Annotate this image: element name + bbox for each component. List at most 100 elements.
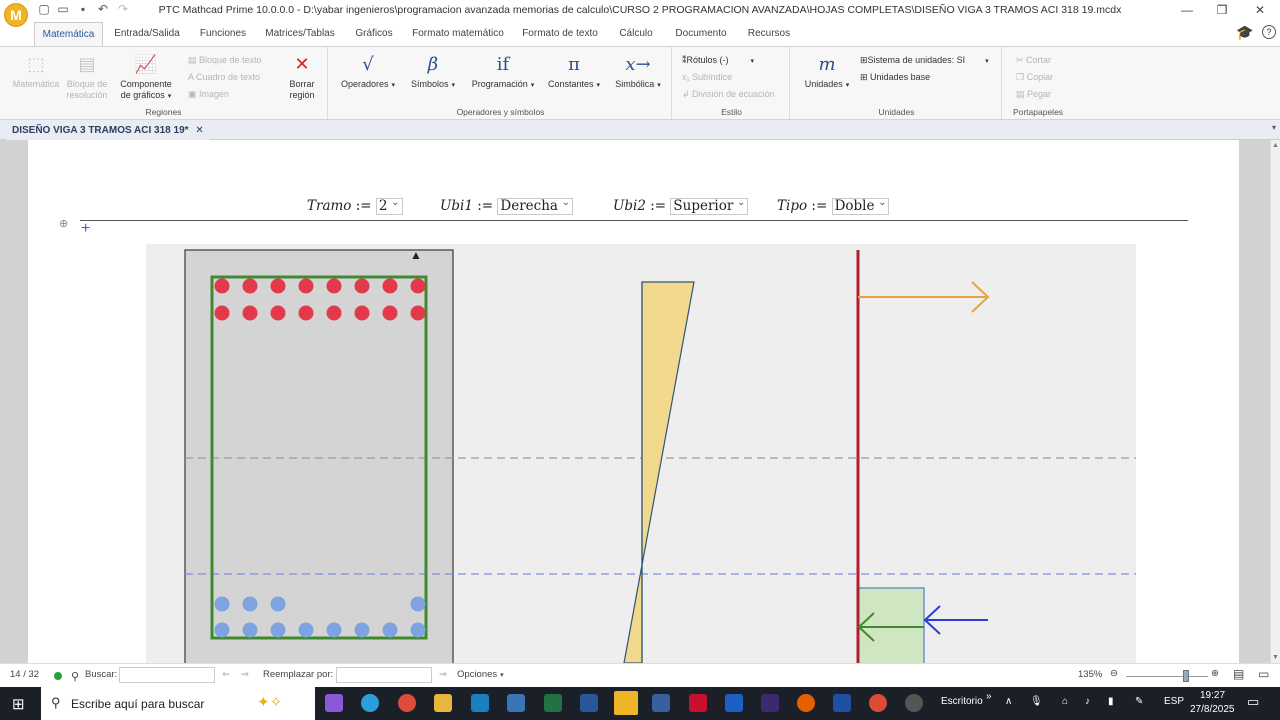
microphone-icon[interactable]: 🎙 <box>1030 696 1043 707</box>
zoom-in-icon[interactable]: ⊕ <box>1211 668 1219 679</box>
desktop-label[interactable]: Escritorio <box>941 696 983 707</box>
notifications-icon[interactable]: ▭ <box>1247 694 1259 710</box>
copiar-button[interactable]: ❐ Copiar <box>1016 70 1053 84</box>
draft-view-icon[interactable]: ▭ <box>1258 667 1269 681</box>
imagen-button[interactable]: ▣ Imagen <box>188 87 229 101</box>
ubi2-dropdown[interactable]: Superior <box>670 195 749 215</box>
copilot-icon[interactable] <box>325 694 343 712</box>
pegar-button[interactable]: ▤ Pegar <box>1016 87 1051 101</box>
tab-matematica[interactable]: Matemática <box>34 22 103 46</box>
obs-icon[interactable] <box>905 694 923 712</box>
bloque-texto-button[interactable]: ▤ Bloque de texto <box>188 53 262 67</box>
componente-graficos-button[interactable]: 📈 Componente de gráficos ▾ <box>114 55 178 102</box>
expand-region-icon[interactable]: ⊕ <box>59 217 68 230</box>
sistema-unidades-dropdown[interactable]: ⊞Sistema de unidades: SI ▾ <box>860 53 989 67</box>
zoom-slider[interactable] <box>1126 676 1208 677</box>
rotulos-dropdown[interactable]: ⁑Rótulos (-) ▾ <box>682 53 754 67</box>
group-label-regiones: Regiones <box>145 107 182 117</box>
tab-recursos[interactable]: Recursos <box>742 22 796 46</box>
tab-matrices-tablas[interactable]: Matrices/Tablas <box>262 22 338 46</box>
help-icon[interactable]: ? <box>1262 25 1276 39</box>
tab-formato-texto[interactable]: Formato de texto <box>518 22 602 46</box>
autocad-icon[interactable] <box>689 694 707 712</box>
vertical-scrollbar[interactable]: ▲ ▼ <box>1270 140 1280 663</box>
borrar-region-button[interactable]: ✕ Borrar región <box>280 55 324 101</box>
close-document-icon[interactable]: ✕ <box>195 125 203 136</box>
mathcad-logo-icon[interactable]: M <box>4 3 28 27</box>
document-tab-bar: DISEÑO VIGA 3 TRAMOS ACI 318 19* ✕ ▾ <box>0 120 1280 140</box>
file-explorer-icon[interactable] <box>434 694 452 712</box>
windows-start-icon[interactable]: ⊞ <box>12 695 25 713</box>
matematica-region-button[interactable]: ⬚ Matemática <box>8 55 64 90</box>
minimize-button[interactable]: — <box>1172 1 1202 19</box>
find-prev-icon[interactable]: ⇐ <box>222 669 230 680</box>
tray-expand-icon[interactable]: ∧ <box>1005 696 1012 707</box>
close-button[interactable]: ✕ <box>1245 1 1275 19</box>
tab-documento[interactable]: Documento <box>670 22 732 46</box>
definition-tramo[interactable]: Tramo := 2 <box>307 195 403 215</box>
mathcad-taskbar-icon[interactable] <box>614 691 638 715</box>
zoom-out-icon[interactable]: ⊖ <box>1110 668 1118 679</box>
cuadro-texto-button[interactable]: A Cuadro de texto <box>188 70 260 84</box>
restore-button[interactable]: ❐ <box>1207 1 1237 19</box>
simbolica-button[interactable]: x→ Simbólica ▾ <box>608 55 668 91</box>
document-tab[interactable]: DISEÑO VIGA 3 TRAMOS ACI 318 19* ✕ <box>6 122 210 140</box>
tramo-dropdown[interactable]: 2 <box>375 195 403 215</box>
tab-calculo[interactable]: Cálculo <box>612 22 660 46</box>
taskbar-search[interactable]: ⚲ Escribe aquí para buscar ✦✧ <box>41 687 315 720</box>
chrome-2-icon[interactable] <box>869 694 887 712</box>
opciones-dropdown[interactable]: Opciones ▾ <box>457 669 504 680</box>
bloque-resolucion-button[interactable]: ▤ Bloque de resolución <box>62 55 112 101</box>
chrome-icon[interactable] <box>398 694 416 712</box>
network-icon[interactable]: ⌂ <box>1062 696 1068 707</box>
beam-section-plot[interactable]: ▲ <box>146 244 1136 671</box>
definition-ubi1[interactable]: Ubi1 := Derecha <box>440 195 573 215</box>
pen-icon[interactable]: ✎ <box>1135 696 1143 707</box>
unidades-base-button[interactable]: ⊞ Unidades base <box>860 70 930 84</box>
scroll-up-icon[interactable]: ▲ <box>1272 142 1279 149</box>
operadores-button[interactable]: √ Operadores ▾ <box>336 55 400 91</box>
find-next-icon[interactable]: ⇒ <box>241 669 249 680</box>
worksheet-page[interactable]: Tramo := 2 Ubi1 := Derecha Ubi2 := Super… <box>28 140 1239 671</box>
sketchup-icon[interactable] <box>471 694 489 712</box>
graduation-cap-icon[interactable]: 🎓 <box>1236 24 1253 41</box>
tab-entrada-salida[interactable]: Entrada/Salida <box>110 22 184 46</box>
volume-icon[interactable]: ♪ <box>1085 696 1090 707</box>
page-indicator: 14 / 32 <box>10 669 40 680</box>
safe-icon[interactable] <box>725 694 743 712</box>
cortar-button[interactable]: ✂ Cortar <box>1016 53 1051 67</box>
tab-funciones[interactable]: Funciones <box>196 22 250 46</box>
search-input[interactable] <box>119 667 215 683</box>
sap-icon[interactable] <box>507 694 525 712</box>
revit-icon[interactable] <box>833 694 851 712</box>
division-ecuacion-button[interactable]: ↲ División de ecuación <box>682 87 775 101</box>
word-icon[interactable] <box>580 694 598 712</box>
constantes-button[interactable]: π Constantes ▾ <box>542 55 606 91</box>
firefox-icon[interactable] <box>797 694 815 712</box>
scroll-down-icon[interactable]: ▼ <box>1272 654 1279 661</box>
desktop-chevron-icon[interactable]: » <box>986 691 992 702</box>
clock-time[interactable]: 19:27 <box>1200 690 1225 701</box>
tab-formato-matematico[interactable]: Formato matemático <box>408 22 508 46</box>
simbolos-button[interactable]: β Símbolos ▾ <box>404 55 462 91</box>
subindice-button[interactable]: x₁ Subíndice <box>682 70 732 84</box>
clock-date[interactable]: 27/8/2025 <box>1190 704 1235 715</box>
tab-list-chevron-icon[interactable]: ▾ <box>1272 123 1276 132</box>
unidades-button[interactable]: m Unidades ▾ <box>798 55 856 91</box>
excel-icon[interactable] <box>544 694 562 712</box>
tab-graficos[interactable]: Gráficos <box>350 22 398 46</box>
battery-icon[interactable]: ▮ <box>1108 696 1114 707</box>
ubi1-dropdown[interactable]: Derecha <box>497 195 573 215</box>
page-view-icon[interactable]: ▤ <box>1233 667 1244 681</box>
telegram-icon[interactable] <box>361 694 379 712</box>
zoom-slider-thumb[interactable] <box>1183 670 1190 682</box>
definition-ubi2[interactable]: Ubi2 := Superior <box>613 195 749 215</box>
tipo-dropdown[interactable]: Doble <box>831 195 890 215</box>
definition-tipo[interactable]: Tipo := Doble <box>777 195 890 215</box>
language-indicator[interactable]: ESP <box>1164 696 1184 707</box>
replace-icon[interactable]: ⇒ <box>439 669 447 680</box>
replace-input[interactable] <box>336 667 432 683</box>
after-effects-icon[interactable] <box>761 694 779 712</box>
programacion-button[interactable]: if Programación ▾ <box>466 55 540 91</box>
etabs-icon[interactable] <box>652 694 670 712</box>
